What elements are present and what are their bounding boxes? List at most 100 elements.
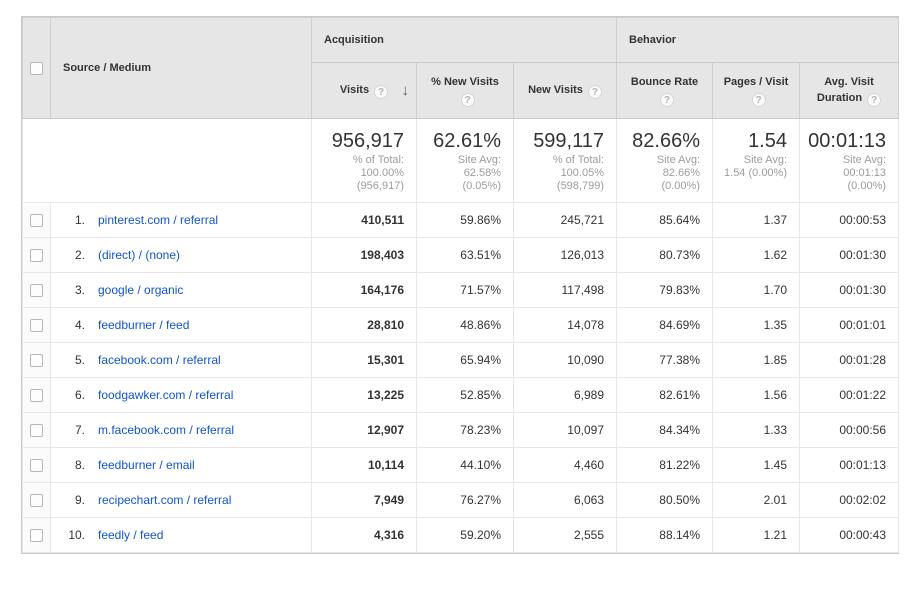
- avg-visit-duration-cell: 00:01:13: [800, 448, 899, 483]
- row-checkbox-cell: [23, 273, 51, 308]
- table-row: 1.pinterest.com / referral 410,511 59.86…: [23, 203, 899, 238]
- new-visits-header-line: New Visits?: [518, 82, 612, 99]
- row-checkbox[interactable]: [30, 494, 43, 507]
- pages-per-visit-cell: 1.56: [713, 378, 800, 413]
- column-header-pct-new-visits[interactable]: % New Visits ?: [417, 63, 514, 119]
- source-medium-link[interactable]: feedly / feed: [98, 528, 163, 542]
- column-header-visits[interactable]: Visits? ↓: [312, 63, 417, 119]
- bounce-rate-cell: 80.73%: [617, 238, 713, 273]
- visits-cell: 13,225: [312, 378, 417, 413]
- row-checkbox[interactable]: [30, 249, 43, 262]
- new-visits-cell: 10,090: [514, 343, 617, 378]
- row-checkbox[interactable]: [30, 284, 43, 297]
- bounce-rate-cell: 79.83%: [617, 273, 713, 308]
- row-checkbox-cell: [23, 413, 51, 448]
- new-visits-cell: 6,063: [514, 483, 617, 518]
- row-checkbox[interactable]: [30, 389, 43, 402]
- visits-header-line: Visits?: [316, 82, 412, 99]
- totals-row: 956,917 % of Total: 100.00% (956,917) 62…: [23, 119, 899, 203]
- row-checkbox[interactable]: [30, 529, 43, 542]
- source-medium-link[interactable]: feedburner / email: [98, 458, 195, 472]
- row-checkbox[interactable]: [30, 354, 43, 367]
- column-header-pages-per-visit[interactable]: Pages / Visit ?: [713, 63, 800, 119]
- new-visits-cell: 126,013: [514, 238, 617, 273]
- visits-help-icon[interactable]: ?: [374, 85, 388, 99]
- table-row: 3.google / organic 164,176 71.57% 117,49…: [23, 273, 899, 308]
- bounce-rate-cell: 88.14%: [617, 518, 713, 553]
- header-group-row: Source / Medium Acquisition Behavior: [23, 18, 899, 63]
- source-medium-cell: 3.google / organic: [51, 273, 312, 308]
- column-header-bounce-rate[interactable]: Bounce Rate ?: [617, 63, 713, 119]
- table-row: 2.(direct) / (none) 198,403 63.51% 126,0…: [23, 238, 899, 273]
- totals-pct-new-visits-value: 62.61%: [417, 129, 501, 153]
- totals-visits-cell: 956,917 % of Total: 100.00% (956,917): [312, 119, 417, 203]
- pct-new-visits-cell: 52.85%: [417, 378, 514, 413]
- row-checkbox[interactable]: [30, 424, 43, 437]
- bounce-rate-cell: 84.69%: [617, 308, 713, 343]
- totals-visits-value: 956,917: [312, 129, 404, 153]
- source-medium-link[interactable]: google / organic: [98, 283, 183, 297]
- source-medium-link[interactable]: (direct) / (none): [98, 248, 180, 262]
- bounce-rate-cell: 85.64%: [617, 203, 713, 238]
- pct-new-visits-cell: 48.86%: [417, 308, 514, 343]
- visits-cell: 28,810: [312, 308, 417, 343]
- source-medium-cell: 2.(direct) / (none): [51, 238, 312, 273]
- new-visits-help-icon[interactable]: ?: [588, 85, 602, 99]
- new-visits-label: New Visits: [528, 84, 583, 96]
- totals-pct-new-visits-cell: 62.61% Site Avg: 62.58% (0.05%): [417, 119, 514, 203]
- select-all-cell: [23, 18, 51, 119]
- avg-visit-duration-cell: 00:00:43: [800, 518, 899, 553]
- pct-new-visits-cell: 59.20%: [417, 518, 514, 553]
- totals-pct-new-visits-subtext: Site Avg: 62.58% (0.05%): [417, 154, 501, 193]
- totals-new-visits-value: 599,117: [514, 129, 604, 153]
- analytics-sources-table-card: Source / Medium Acquisition Behavior Vis…: [21, 16, 899, 554]
- row-checkbox[interactable]: [30, 214, 43, 227]
- source-medium-cell: 8. feedburner / email: [51, 448, 312, 483]
- totals-avg-visit-duration-value: 00:01:13: [800, 129, 886, 153]
- row-checkbox-cell: [23, 448, 51, 483]
- pages-per-visit-cell: 1.45: [713, 448, 800, 483]
- row-checkbox[interactable]: [30, 459, 43, 472]
- row-checkbox-cell: [23, 483, 51, 518]
- avg-visit-duration-help-icon[interactable]: ?: [867, 93, 881, 107]
- sort-descending-icon[interactable]: ↓: [402, 83, 410, 99]
- column-header-avg-visit-duration[interactable]: Avg. Visit Duration?: [800, 63, 899, 119]
- source-medium-link[interactable]: foodgawker.com / referral: [98, 388, 233, 402]
- new-visits-cell: 2,555: [514, 518, 617, 553]
- bounce-rate-help-icon[interactable]: ?: [660, 93, 674, 107]
- select-all-checkbox[interactable]: [30, 62, 43, 75]
- totals-avg-visit-duration-cell: 00:01:13 Site Avg: 00:01:13 (0.00%): [800, 119, 899, 203]
- source-medium-link[interactable]: m.facebook.com / referral: [98, 423, 234, 437]
- pct-new-visits-cell: 59.86%: [417, 203, 514, 238]
- row-checkbox-cell: [23, 518, 51, 553]
- source-medium-cell: 10. feedly / feed: [51, 518, 312, 553]
- source-medium-label: Source / Medium: [63, 62, 151, 74]
- visits-cell: 198,403: [312, 238, 417, 273]
- source-medium-link[interactable]: recipechart.com / referral: [98, 493, 231, 507]
- source-medium-link[interactable]: feedburner / feed: [98, 318, 189, 332]
- row-rank: 5.: [57, 353, 85, 367]
- column-header-new-visits[interactable]: New Visits?: [514, 63, 617, 119]
- row-rank: 8.: [57, 458, 85, 472]
- table-row: 8.feedburner / email 10,114 44.10% 4,460…: [23, 448, 899, 483]
- row-rank: 4.: [57, 318, 85, 332]
- source-medium-link[interactable]: facebook.com / referral: [98, 353, 221, 367]
- visits-cell: 15,301: [312, 343, 417, 378]
- row-rank: 7.: [57, 423, 85, 437]
- source-medium-cell: 1.pinterest.com / referral: [51, 203, 312, 238]
- source-medium-cell: 6.foodgawker.com / referral: [51, 378, 312, 413]
- source-medium-cell: 9.recipechart.com / referral: [51, 483, 312, 518]
- row-rank: 10.: [57, 528, 85, 542]
- bounce-rate-label: Bounce Rate: [621, 74, 708, 90]
- new-visits-cell: 10,097: [514, 413, 617, 448]
- row-checkbox[interactable]: [30, 319, 43, 332]
- column-header-source-medium[interactable]: Source / Medium: [51, 18, 312, 119]
- source-medium-link[interactable]: pinterest.com / referral: [98, 213, 218, 227]
- pages-per-visit-help-icon[interactable]: ?: [752, 93, 766, 107]
- bounce-rate-help-line: ?: [621, 90, 708, 107]
- pct-new-visits-help-icon[interactable]: ?: [461, 93, 475, 107]
- table-row: 9.recipechart.com / referral 7,949 76.27…: [23, 483, 899, 518]
- pct-new-visits-cell: 71.57%: [417, 273, 514, 308]
- totals-empty-cell: [23, 119, 312, 203]
- group-header-acquisition: Acquisition: [312, 18, 617, 63]
